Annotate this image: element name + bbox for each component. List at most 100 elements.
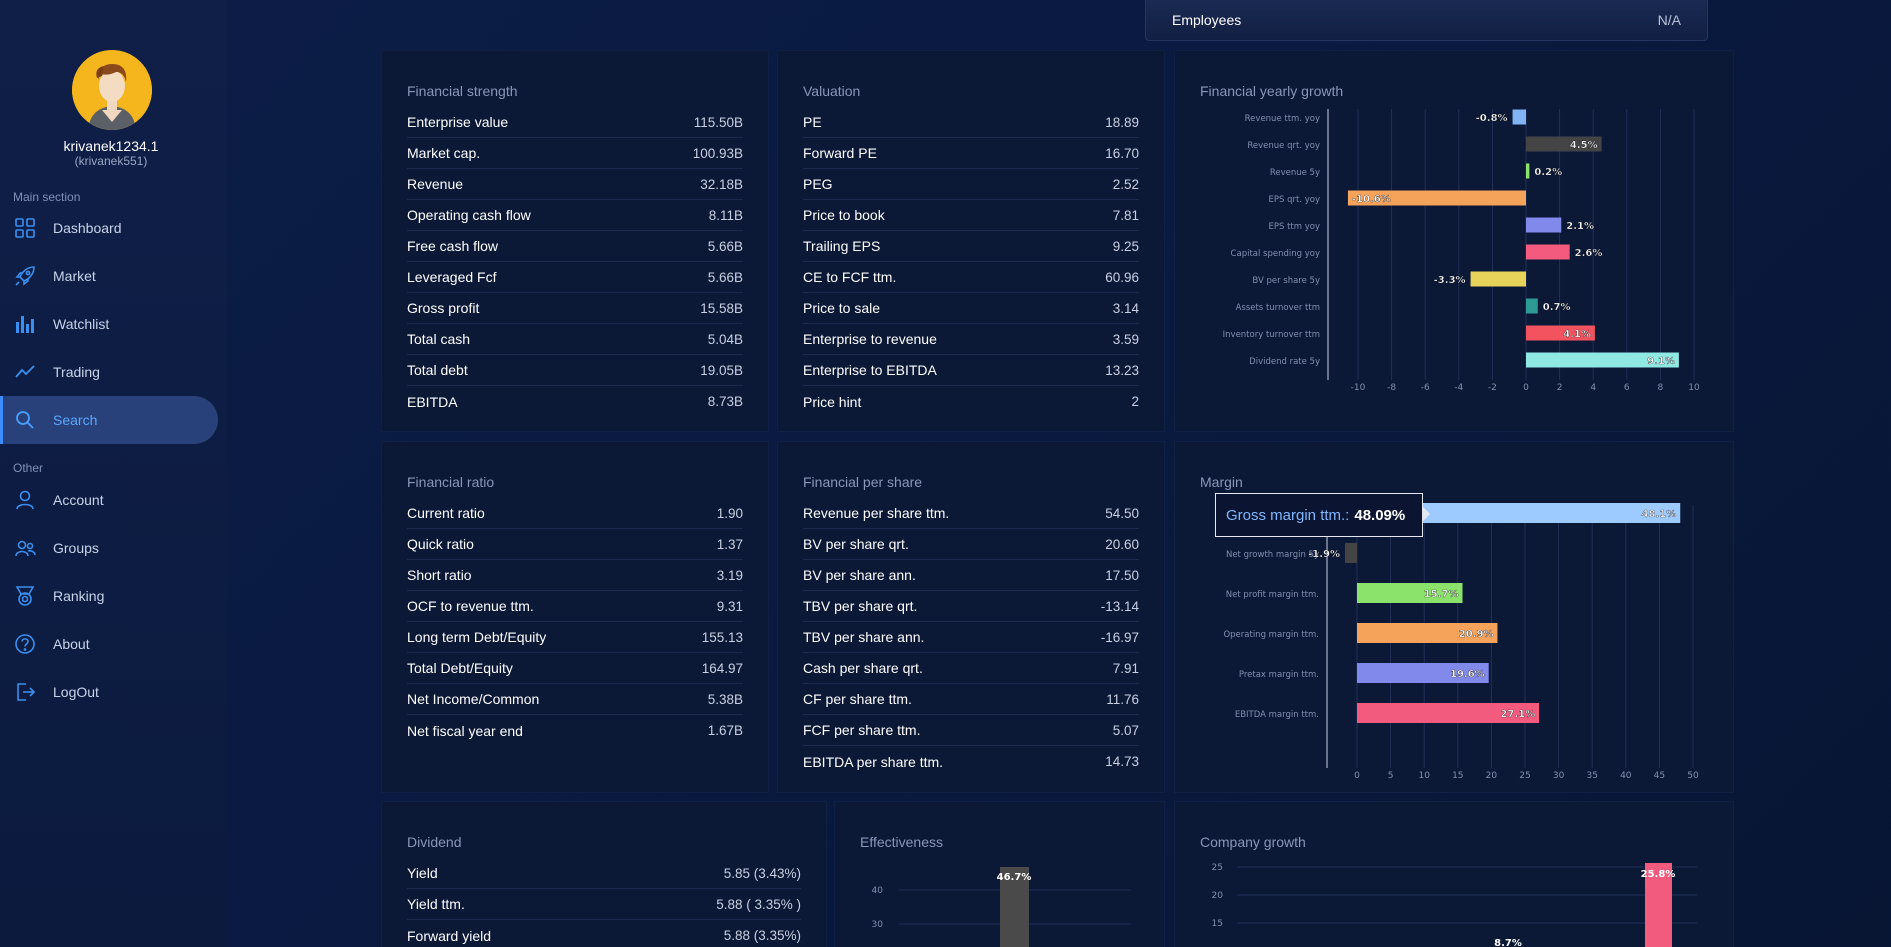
financial-per-share-panel: Financial per share Revenue per share tt… xyxy=(777,441,1165,793)
category-label: Net growth margin 5y xyxy=(1226,550,1319,560)
trend-line-icon xyxy=(13,360,37,384)
row-value: 8.11B xyxy=(708,207,743,223)
row-value: 17.50 xyxy=(1105,567,1139,583)
financial-strength-list: Enterprise value 115.50B Market cap. 100.9… xyxy=(407,107,743,417)
bar xyxy=(1526,217,1562,233)
row-label: Gross profit xyxy=(407,300,480,316)
list-item: PEG 2.52 xyxy=(803,169,1139,200)
tooltip-value: 48.09% xyxy=(1354,506,1406,524)
list-item: Leveraged Fcf 5.66B xyxy=(407,262,743,293)
list-item: FCF per share ttm. 5.07 xyxy=(803,715,1139,746)
list-item: Net Income/Common 5.38B xyxy=(407,684,743,715)
row-value: 5.88 (3.35%) xyxy=(723,928,801,943)
dividend-list: Yield 5.85 (3.43%) Yield ttm. 5.88 ( 3.35%… xyxy=(407,858,801,947)
row-label: Price hint xyxy=(803,393,862,410)
list-item: Trailing EPS 9.25 xyxy=(803,231,1139,262)
row-value: 3.19 xyxy=(716,567,743,583)
row-label: EBITDA xyxy=(407,393,458,410)
row-value: 5.85 (3.43%) xyxy=(723,865,801,881)
category-label: EPS ttm yoy xyxy=(1268,222,1320,232)
row-label: Yield ttm. xyxy=(407,896,465,912)
nav-ranking[interactable]: Ranking xyxy=(0,572,218,620)
row-label: Leveraged Fcf xyxy=(407,269,497,285)
nav-logout[interactable]: LogOut xyxy=(0,668,218,716)
row-label: Price to sale xyxy=(803,300,881,316)
row-value: 54.50 xyxy=(1105,505,1139,521)
list-item: EBITDA 8.73B xyxy=(407,386,743,417)
nav-watchlist[interactable]: Watchlist xyxy=(0,300,218,348)
financial-ratio-panel: Financial ratio Current ratio 1.90 Quick … xyxy=(381,441,769,793)
data-label: 20.9% xyxy=(1459,629,1494,640)
panel-title: Valuation xyxy=(803,83,861,99)
list-item: EBITDA per share ttm. 14.73 xyxy=(803,746,1139,777)
nav-groups[interactable]: Groups xyxy=(0,524,218,572)
main-section-label: Main section xyxy=(13,190,81,204)
row-label: CF per share ttm. xyxy=(803,691,912,707)
row-label: Operating cash flow xyxy=(407,207,531,223)
nav-account[interactable]: Account xyxy=(0,476,218,524)
row-value: 32.18B xyxy=(700,176,743,192)
employees-value: N/A xyxy=(1657,11,1681,28)
row-value: 100.93B xyxy=(692,145,743,161)
x-tick-label: -4 xyxy=(1454,383,1463,393)
list-item: Current ratio 1.90 xyxy=(407,498,743,529)
list-item: CE to FCF ttm. 60.96 xyxy=(803,262,1139,293)
row-value: 2 xyxy=(1131,394,1139,409)
nav-label: Market xyxy=(53,268,96,284)
list-item: Net fiscal year end 1.67B xyxy=(407,715,743,746)
list-item: Enterprise value 115.50B xyxy=(407,107,743,138)
nav-label: Dashboard xyxy=(53,220,122,236)
x-tick-label: 10 xyxy=(1688,383,1700,393)
nav-dashboard[interactable]: Dashboard xyxy=(0,204,218,252)
x-tick-label: 10 xyxy=(1418,771,1430,781)
nav-trading[interactable]: Trading xyxy=(0,348,218,396)
nav-market[interactable]: Market xyxy=(0,252,218,300)
row-label: Enterprise value xyxy=(407,114,509,130)
x-tick-label: -2 xyxy=(1488,383,1497,393)
list-item: Free cash flow 5.66B xyxy=(407,231,743,262)
row-label: Revenue xyxy=(407,176,464,192)
list-item: Total cash 5.04B xyxy=(407,324,743,355)
x-tick-label: -10 xyxy=(1351,383,1366,393)
chart-tooltip: Gross margin ttm.: 48.09% xyxy=(1215,493,1423,537)
row-label: Total Debt/Equity xyxy=(407,660,513,676)
data-label: 27.1% xyxy=(1500,709,1535,720)
list-item: Short ratio 3.19 xyxy=(407,560,743,591)
data-label: -3.3% xyxy=(1434,275,1466,286)
nav-about[interactable]: About xyxy=(0,620,218,668)
row-label: Current ratio xyxy=(407,505,485,521)
y-tick-label: 40 xyxy=(872,886,884,896)
list-item: Yield ttm. 5.88 ( 3.35% ) xyxy=(407,889,801,920)
row-label: Long term Debt/Equity xyxy=(407,629,547,645)
data-label: 48.1% xyxy=(1642,509,1677,520)
panel-title: Financial strength xyxy=(407,83,518,99)
row-value: -16.97 xyxy=(1100,629,1139,645)
row-label: Quick ratio xyxy=(407,536,474,552)
nav-label: About xyxy=(53,636,90,652)
list-item: Gross profit 15.58B xyxy=(407,293,743,324)
row-value: 5.04B xyxy=(707,331,743,347)
list-item: CF per share ttm. 11.76 xyxy=(803,684,1139,715)
x-tick-label: 0 xyxy=(1354,771,1360,781)
row-label: Market cap. xyxy=(407,145,481,161)
row-label: Yield xyxy=(407,865,438,881)
nav-search[interactable]: Search xyxy=(0,396,218,444)
row-value: 5.38B xyxy=(707,691,743,707)
list-item: Total debt 19.05B xyxy=(407,355,743,386)
row-label: Free cash flow xyxy=(407,238,499,254)
avatar[interactable] xyxy=(72,50,152,130)
category-label: Dividend rate 5y xyxy=(1249,357,1320,367)
y-tick-label: 20 xyxy=(1212,891,1224,901)
row-value: 5.07 xyxy=(1112,722,1139,738)
list-item: Quick ratio 1.37 xyxy=(407,529,743,560)
row-value: 1.37 xyxy=(716,536,743,552)
list-item: Price to sale 3.14 xyxy=(803,293,1139,324)
row-label: TBV per share qrt. xyxy=(803,598,918,614)
users-icon xyxy=(13,536,37,560)
row-label: Enterprise to revenue xyxy=(803,331,937,347)
list-item: Yield 5.85 (3.43%) xyxy=(407,858,801,889)
row-value: 15.58B xyxy=(700,300,743,316)
effectiveness-chart: 40 30 46.7% xyxy=(872,867,1131,947)
row-label: BV per share ann. xyxy=(803,567,916,583)
row-label: Net fiscal year end xyxy=(407,722,523,739)
